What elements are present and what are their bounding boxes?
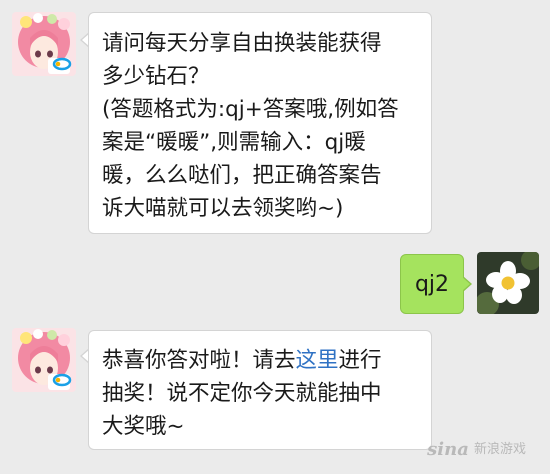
- bot-avatar[interactable]: [12, 12, 76, 76]
- message-text-before: 恭喜你答对啦！请去: [102, 348, 296, 373]
- sina-games-watermark: sina 新浪游戏: [427, 438, 526, 460]
- tencent-logo-icon: [52, 373, 72, 387]
- watermark-text: 新浪游戏: [473, 442, 526, 457]
- bubble-tail-fill: [462, 277, 470, 291]
- message-text: 请问每天分享自由换装能获得 多少钻石？ (答题格式为:qj+答案哦,例如答 案是…: [102, 31, 399, 221]
- bot-avatar[interactable]: [12, 328, 76, 392]
- sina-brand: sina: [427, 439, 469, 460]
- user-avatar[interactable]: [477, 252, 539, 314]
- message-text: qj2: [414, 272, 450, 297]
- message-text: 恭喜你答对啦！请去这里进行 抽奖！说不定你今天就能抽中 大奖哦~: [102, 344, 421, 443]
- incoming-message-bubble[interactable]: 恭喜你答对啦！请去这里进行 抽奖！说不定你今天就能抽中 大奖哦~: [88, 330, 432, 450]
- incoming-message-bubble[interactable]: 请问每天分享自由换装能获得 多少钻石？ (答题格式为:qj+答案哦,例如答 案是…: [88, 12, 432, 234]
- white-flower-icon: [477, 252, 539, 314]
- tencent-logo-icon: [52, 57, 72, 71]
- here-link[interactable]: 这里: [296, 348, 339, 373]
- outgoing-message-bubble[interactable]: qj2: [400, 254, 464, 314]
